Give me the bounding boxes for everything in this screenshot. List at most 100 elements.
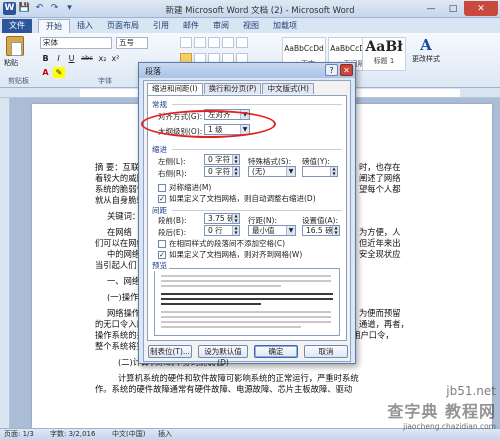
superscript-button[interactable]: x²: [110, 53, 121, 64]
tab-review[interactable]: 审阅: [206, 19, 236, 33]
paragraph-dialog: 段落 ? ✕ 缩进和间距(I) 换行和分页(P) 中文版式(H) 常规 对齐方式…: [138, 62, 356, 367]
spacing-at-spinner[interactable]: 16.5 磅 ▲ ▼: [302, 225, 340, 236]
preview-section-title: 预览: [152, 260, 169, 271]
general-section-title: 常规: [152, 100, 167, 109]
cancel-button[interactable]: 取消: [304, 345, 348, 358]
no-space-same-style-checkbox[interactable]: 在相同样式的段落间不添加空格(C): [158, 238, 285, 249]
doc-line-right: 为便而预留: [359, 308, 401, 318]
right-indent-label: 右侧(R):: [158, 169, 187, 178]
watermark: jb51.net 查字典 教程网 jiaocheng.chazidian.com: [346, 384, 496, 431]
font-color-icon[interactable]: A: [40, 67, 51, 78]
change-styles-button[interactable]: A 更改样式: [412, 36, 440, 63]
tab-asian-typography[interactable]: 中文版式(H): [262, 83, 314, 94]
space-after-spinner[interactable]: 0 行 ▲ ▼: [204, 225, 240, 236]
special-indent-select[interactable]: (无) ▼: [248, 166, 296, 177]
spinner-arrows-icon[interactable]: ▲ ▼: [232, 225, 239, 235]
window-title: 新建 Microsoft Word 文档 (2) - Microsoft Wor…: [165, 6, 355, 16]
spinner-arrows-icon[interactable]: ▲ ▼: [232, 213, 239, 223]
mirror-indents-checkbox[interactable]: 对称缩进(M): [158, 182, 211, 193]
bold-button[interactable]: B: [40, 53, 51, 64]
redo-icon[interactable]: ↷: [48, 2, 61, 15]
decrease-indent-icon[interactable]: [222, 37, 234, 48]
font-size-select[interactable]: 五号: [116, 37, 148, 49]
undo-icon[interactable]: ↶: [33, 2, 46, 15]
dialog-tabs: 缩进和间距(I) 换行和分页(P) 中文版式(H): [147, 83, 315, 95]
chevron-down-icon: ▼: [286, 167, 295, 176]
multilevel-list-icon[interactable]: [208, 37, 220, 48]
tab-home[interactable]: 开始: [38, 19, 70, 33]
tab-insert[interactable]: 插入: [70, 19, 100, 33]
dialog-help-button[interactable]: ?: [325, 64, 338, 76]
paste-button[interactable]: 粘贴: [4, 36, 26, 76]
maximize-button[interactable]: □: [442, 1, 464, 16]
underline-button[interactable]: U: [66, 53, 77, 64]
watermark-title: 查字典 教程网: [387, 402, 496, 421]
space-before-value: 3.75 磅: [208, 214, 235, 223]
set-default-button[interactable]: 设为默认值(D): [198, 345, 248, 367]
left-indent-spinner[interactable]: 0 字符 ▲ ▼: [204, 154, 240, 165]
spinner-arrows-icon[interactable]: ▲ ▼: [232, 154, 239, 164]
strikethrough-button[interactable]: abc: [79, 53, 95, 64]
close-window-button[interactable]: ✕: [464, 1, 498, 16]
watermark-site: jb51.net: [446, 384, 496, 398]
status-page[interactable]: 页面: 1/3: [4, 429, 34, 440]
change-styles-label: 更改样式: [412, 55, 440, 63]
doc-line-right: 时，也存在: [359, 162, 401, 172]
space-before-label: 段前(B):: [158, 216, 187, 225]
save-icon[interactable]: 💾: [18, 2, 31, 15]
highlight-icon[interactable]: ✎: [53, 67, 65, 78]
indent-by-spinner[interactable]: ▲ ▼: [302, 166, 338, 177]
list-buttons: [180, 37, 248, 48]
tab-page-layout[interactable]: 页面布局: [100, 19, 146, 33]
spinner-arrows-icon[interactable]: ▲ ▼: [332, 225, 339, 235]
doc-line-right: 阐述了网络: [359, 173, 401, 183]
tab-view[interactable]: 视图: [236, 19, 266, 33]
status-language[interactable]: 中文(中国): [112, 429, 145, 440]
mirror-indents-label: 对称缩进(M): [169, 183, 212, 192]
space-after-label: 段后(E):: [158, 228, 187, 237]
space-before-spinner[interactable]: 3.75 磅 ▲ ▼: [204, 213, 240, 224]
customize-qa-icon[interactable]: ▾: [63, 2, 76, 15]
italic-button[interactable]: I: [53, 53, 64, 64]
spinner-arrows-icon[interactable]: ▲ ▼: [330, 166, 337, 176]
doc-line-right: 为方便，人: [359, 227, 401, 237]
dialog-title-bar[interactable]: 段落 ? ✕: [139, 63, 355, 78]
minimize-button[interactable]: —: [420, 1, 442, 16]
spacing-at-value: 16.5 磅: [306, 226, 333, 235]
increase-indent-icon[interactable]: [236, 37, 248, 48]
ok-button[interactable]: 确定: [254, 345, 298, 358]
status-word-count[interactable]: 字数: 3/2,016: [50, 429, 95, 440]
font-name-select[interactable]: 宋体: [40, 37, 112, 49]
left-indent-value: 0 字符: [208, 155, 231, 164]
dialog-title: 段落: [145, 67, 161, 76]
tabs-button[interactable]: 制表位(T)...: [148, 345, 192, 358]
tab-indents-spacing[interactable]: 缩进和间距(I): [147, 83, 203, 95]
doc-line-right: 但近年来出: [359, 238, 401, 248]
auto-adjust-indent-checkbox[interactable]: ✓ 如果定义了文档网格，则自动调整右缩进(D): [158, 193, 316, 204]
style-name: 标题 1: [373, 57, 395, 65]
bullets-icon[interactable]: [180, 37, 192, 48]
tab-line-page-breaks[interactable]: 换行和分页(P): [203, 83, 262, 94]
right-indent-spinner[interactable]: 0 字符 ▲ ▼: [204, 166, 240, 177]
snap-to-grid-checkbox[interactable]: ✓ 如果定义了文档网格，则对齐到网格(W): [158, 249, 302, 260]
dialog-close-button[interactable]: ✕: [340, 64, 353, 76]
numbering-icon[interactable]: [194, 37, 206, 48]
subscript-button[interactable]: x₂: [97, 53, 108, 64]
change-styles-icon: A: [420, 36, 432, 54]
doc-line: 计算机系统的硬件和软件故障可影响系统的正常运行，严重时系统: [118, 373, 359, 383]
word-logo-icon[interactable]: W: [3, 2, 16, 15]
font-format-buttons: B I U abc x₂ x²: [40, 53, 121, 64]
clipboard-icon: [6, 36, 24, 56]
tab-addins[interactable]: 加载项: [266, 19, 304, 33]
tab-file[interactable]: 文件: [2, 19, 32, 33]
tab-mailings[interactable]: 邮件: [176, 19, 206, 33]
status-insert-mode[interactable]: 插入: [158, 429, 172, 440]
spinner-arrows-icon[interactable]: ▲ ▼: [232, 166, 239, 176]
style-heading-1[interactable]: AaBł 标题 1: [362, 37, 406, 71]
vertical-ruler[interactable]: [0, 98, 10, 428]
checkbox-box: [158, 183, 166, 192]
special-indent-value: (无): [252, 167, 266, 176]
line-spacing-select[interactable]: 最小值 ▼: [248, 225, 296, 236]
indent-section-title: 缩进: [152, 145, 167, 154]
tab-references[interactable]: 引用: [146, 19, 176, 33]
